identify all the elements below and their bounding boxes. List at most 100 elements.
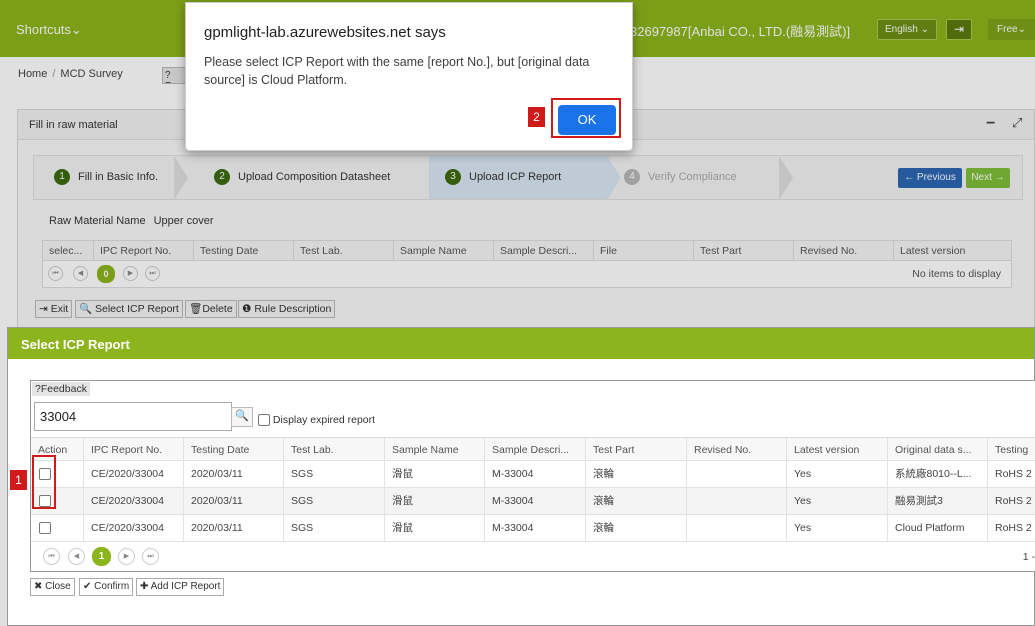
test-part-cell: 滾輪 bbox=[585, 461, 686, 487]
current-page[interactable]: 0 bbox=[97, 265, 115, 283]
step-label: Fill in Basic Info. bbox=[78, 171, 159, 183]
step-number: 4 bbox=[624, 169, 640, 186]
expand-icon[interactable]: ⤢ bbox=[1012, 115, 1022, 131]
column-header[interactable]: Sample Descri... bbox=[493, 241, 593, 261]
column-header[interactable]: Latest version bbox=[893, 241, 993, 261]
column-header[interactable]: Sample Descri... bbox=[484, 438, 585, 460]
first-page-icon[interactable]: ⏮ bbox=[48, 266, 63, 281]
wizard-step-composition[interactable]: 2 Upload Composition Datasheet bbox=[214, 156, 390, 199]
step-label: Verify Compliance bbox=[648, 171, 737, 183]
add-icp-report-button[interactable]: ✚ Add ICP Report bbox=[136, 578, 225, 596]
column-header[interactable]: Testing bbox=[987, 438, 1035, 460]
close-button[interactable]: ✖ Close bbox=[30, 578, 75, 596]
column-header[interactable]: Testing Date bbox=[183, 438, 283, 460]
logout-icon[interactable]: ⇥ bbox=[946, 19, 972, 40]
column-header[interactable]: Test Lab. bbox=[293, 241, 393, 261]
column-header[interactable]: Test Lab. bbox=[283, 438, 384, 460]
sample-name-cell: 滑鼠 bbox=[384, 515, 484, 541]
column-header[interactable]: Latest version bbox=[786, 438, 887, 460]
next-page-icon[interactable]: ▶ bbox=[118, 548, 135, 565]
testing-date-cell: 2020/03/11 bbox=[183, 461, 283, 487]
expired-checkbox[interactable] bbox=[258, 414, 270, 427]
shortcuts-menu[interactable]: Shortcuts⌄ bbox=[16, 22, 82, 38]
column-header[interactable]: Test Part bbox=[693, 241, 793, 261]
row-action bbox=[31, 515, 83, 541]
column-header[interactable]: Testing Date bbox=[193, 241, 293, 261]
column-header[interactable]: Sample Name bbox=[393, 241, 493, 261]
plan-menu[interactable]: Free⌄ bbox=[988, 19, 1035, 40]
testing-date-cell: 2020/03/11 bbox=[183, 488, 283, 514]
report-no-cell: CE/2020/33004 bbox=[83, 461, 183, 487]
test-part-cell: 滾輪 bbox=[585, 515, 686, 541]
language-select[interactable]: English ⌄ bbox=[877, 19, 937, 40]
wizard-step-verify[interactable]: 4 Verify Compliance bbox=[624, 156, 737, 199]
shortcuts-label: Shortcuts bbox=[16, 22, 71, 37]
step-chevron bbox=[779, 156, 793, 200]
alert-message: Please select ICP Report with the same [… bbox=[204, 55, 590, 87]
last-page-icon[interactable]: ⏭ bbox=[142, 548, 159, 565]
sample-desc-cell: M-33004 bbox=[484, 488, 585, 514]
search-input[interactable] bbox=[34, 402, 232, 431]
step-chevron bbox=[607, 156, 621, 200]
sample-name-cell: 滑鼠 bbox=[384, 461, 484, 487]
step-label: Upload ICP Report bbox=[469, 171, 562, 183]
rule-description-button[interactable]: ❶ Rule Description bbox=[238, 300, 336, 318]
wizard-step-basic-info[interactable]: 1 Fill in Basic Info. bbox=[54, 156, 158, 199]
report-no-cell: CE/2020/33004 bbox=[83, 488, 183, 514]
row-checkbox[interactable] bbox=[39, 522, 51, 535]
first-page-icon[interactable]: ⏮ bbox=[43, 548, 60, 565]
current-page[interactable]: 1 bbox=[92, 547, 111, 566]
breadcrumb: Home / MCD Survey bbox=[18, 68, 123, 80]
last-page-icon[interactable]: ⏭ bbox=[145, 266, 160, 281]
grid-pager: ⏮ ◀ 1 ▶ ⏭ 1 - bbox=[31, 542, 1035, 570]
column-header[interactable]: File bbox=[593, 241, 693, 261]
feedback-button[interactable]: ?Feedback bbox=[32, 382, 90, 396]
breadcrumb-separator: / bbox=[52, 68, 56, 80]
annotation-highlight-ok bbox=[551, 98, 621, 138]
chevron-down-icon: ⌄ bbox=[70, 22, 82, 37]
annotation-badge-1: 1 bbox=[10, 470, 27, 490]
table-header: Action IPC Report No. Testing Date Test … bbox=[31, 437, 1035, 461]
column-header[interactable]: Sample Name bbox=[384, 438, 484, 460]
original-source-cell: 融易測試3 bbox=[887, 488, 987, 514]
breadcrumb-current: MCD Survey bbox=[60, 68, 123, 80]
previous-button[interactable]: ← Previous bbox=[898, 168, 962, 188]
step-chevron bbox=[174, 156, 188, 200]
step-number: 2 bbox=[214, 169, 230, 186]
icp-report-grid: ?Feedback 🔍 Display expired report Actio… bbox=[30, 380, 1035, 572]
next-page-icon[interactable]: ▶ bbox=[123, 266, 138, 281]
table-row[interactable]: CE/2020/33004 2020/03/11 SGS 滑鼠 M-33004 … bbox=[31, 488, 1035, 515]
wizard-step-icp-report[interactable]: 3 Upload ICP Report bbox=[429, 156, 607, 199]
column-header[interactable]: Revised No. bbox=[686, 438, 786, 460]
search-icon[interactable]: 🔍 bbox=[231, 407, 253, 427]
prev-page-icon[interactable]: ◀ bbox=[68, 548, 85, 565]
table-row[interactable]: CE/2020/33004 2020/03/11 SGS 滑鼠 M-33004 … bbox=[31, 461, 1035, 488]
column-header[interactable]: IPC Report No. bbox=[83, 438, 183, 460]
step-number: 1 bbox=[54, 169, 70, 186]
page-range-text: 1 - bbox=[1022, 551, 1035, 563]
confirm-button[interactable]: ✔ Confirm bbox=[79, 578, 134, 596]
column-header[interactable]: Original data s... bbox=[887, 438, 987, 460]
exit-button[interactable]: ⇥ Exit bbox=[35, 300, 73, 318]
revised-no-cell bbox=[686, 515, 786, 541]
select-icp-report-button[interactable]: 🔍 Select ICP Report bbox=[75, 300, 183, 318]
annotation-badge-2: 2 bbox=[528, 107, 545, 127]
prev-page-icon[interactable]: ◀ bbox=[73, 266, 88, 281]
expired-label: Display expired report bbox=[272, 414, 376, 426]
test-lab-cell: SGS bbox=[283, 461, 384, 487]
minimize-icon[interactable]: − bbox=[986, 115, 995, 133]
breadcrumb-home[interactable]: Home bbox=[18, 68, 47, 80]
table-header: selec... IPC Report No. Testing Date Tes… bbox=[43, 241, 1011, 261]
testing-cell: RoHS 2 bbox=[987, 461, 1035, 487]
delete-button[interactable]: 🗑Delete bbox=[185, 300, 237, 318]
column-header[interactable]: Test Part bbox=[585, 438, 686, 460]
column-header[interactable]: Revised No. bbox=[793, 241, 893, 261]
next-button[interactable]: Next → bbox=[966, 168, 1010, 188]
original-source-cell: 系統廠8010--L... bbox=[887, 461, 987, 487]
table-pager: ⏮ ◀ 0 ▶ ⏭ No items to display bbox=[43, 261, 1011, 287]
column-header[interactable]: selec... bbox=[43, 241, 93, 261]
display-expired-toggle[interactable]: Display expired report bbox=[258, 414, 376, 427]
sample-name-cell: 滑鼠 bbox=[384, 488, 484, 514]
column-header[interactable]: IPC Report No. bbox=[93, 241, 193, 261]
table-row[interactable]: CE/2020/33004 2020/03/11 SGS 滑鼠 M-33004 … bbox=[31, 515, 1035, 542]
